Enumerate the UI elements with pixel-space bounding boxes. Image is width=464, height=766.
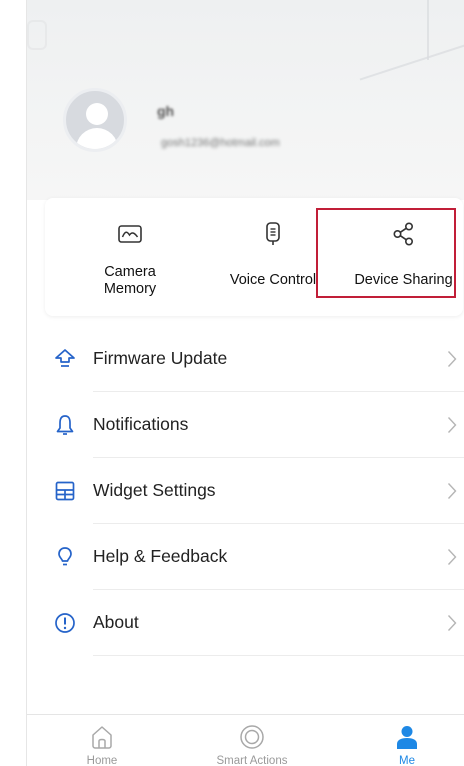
menu-item-about[interactable]: About	[27, 590, 464, 656]
camera-memory-icon	[118, 225, 142, 243]
tab-label: Home	[86, 755, 118, 766]
menu-label: Widget Settings	[93, 480, 216, 500]
info-icon	[55, 613, 75, 633]
avatar-head-shape	[86, 103, 108, 125]
menu-item-widget-settings[interactable]: Widget Settings	[27, 458, 464, 524]
tab-home[interactable]: Home	[67, 715, 137, 766]
menu-label: About	[93, 612, 139, 632]
menu-label: Help & Feedback	[93, 546, 228, 566]
me-screen: gh gosh1236@hotmail.com Camera Memory Vo…	[26, 0, 464, 766]
menu-item-firmware-update[interactable]: Firmware Update	[27, 326, 464, 392]
chevron-right-icon	[447, 417, 457, 433]
home-icon	[92, 726, 112, 749]
bell-icon	[56, 415, 74, 435]
profile-email: gosh1236@hotmail.com	[161, 137, 280, 149]
bottom-tab-bar: Home Smart Actions Me	[27, 714, 464, 766]
device-sharing-label: Device Sharing	[354, 272, 453, 288]
menu-label: Firmware Update	[93, 348, 228, 368]
camera-memory-label: Camera Memory	[103, 264, 157, 297]
quick-actions-card: Camera Memory Voice Control Device Shari…	[45, 198, 463, 316]
chevron-right-icon	[447, 549, 457, 565]
settings-menu: Firmware Update Notifications Widget Set…	[27, 326, 464, 656]
chevron-right-icon	[447, 351, 457, 367]
background-decoration	[427, 0, 429, 60]
widget-icon	[55, 481, 75, 501]
firmware-update-icon	[55, 349, 75, 367]
tab-label: Me	[399, 755, 415, 766]
avatar[interactable]	[63, 88, 127, 152]
menu-item-help-feedback[interactable]: Help & Feedback	[27, 524, 464, 590]
avatar-body-shape	[76, 128, 118, 149]
divider	[93, 655, 464, 656]
tab-smart-actions[interactable]: Smart Actions	[197, 715, 307, 766]
device-sharing-button[interactable]: Device Sharing	[335, 198, 464, 316]
background-decoration	[27, 20, 47, 50]
chevron-right-icon	[447, 483, 457, 499]
voice-control-icon	[266, 222, 280, 245]
profile-name: gh	[157, 103, 175, 119]
chevron-right-icon	[447, 615, 457, 631]
lightbulb-icon	[58, 547, 72, 566]
tab-me[interactable]: Me	[372, 715, 442, 766]
share-icon	[393, 222, 413, 246]
tab-label: Smart Actions	[216, 755, 288, 766]
camera-memory-button[interactable]: Camera Memory	[75, 198, 185, 316]
menu-item-notifications[interactable]: Notifications	[27, 392, 464, 458]
voice-control-label: Voice Control	[229, 272, 317, 288]
smart-actions-icon	[240, 725, 264, 749]
person-icon	[397, 726, 417, 749]
background-decoration	[359, 41, 464, 81]
menu-label: Notifications	[93, 414, 189, 434]
voice-control-button[interactable]: Voice Control	[213, 198, 333, 316]
